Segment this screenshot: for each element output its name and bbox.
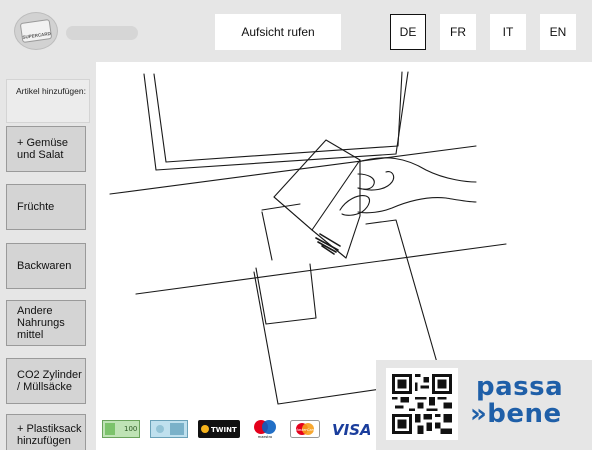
sidebar: Artikel hinzufügen: + Gemüse und Salat F… — [0, 62, 96, 450]
sidebar-item-co2-bags[interactable]: CO2 Zylinder / Müllsäcke — [6, 358, 86, 404]
sidebar-item-vegetables[interactable]: + Gemüse und Salat — [6, 126, 86, 172]
brand-line-2: »bene — [470, 399, 562, 429]
sidebar-item-label: + Plastiksack hinzufügen — [17, 423, 82, 447]
sidebar-item-fruits[interactable]: Früchte — [6, 184, 86, 230]
sidebar-item-label: CO2 Zylinder / Müllsäcke — [17, 369, 82, 393]
language-fr-button[interactable]: FR — [440, 14, 476, 50]
language-de-button[interactable]: DE — [390, 14, 426, 50]
hand-outline — [357, 157, 477, 183]
sidebar-item-label: + Gemüse und Salat — [17, 137, 69, 161]
passabene-logo: passa »bene — [470, 372, 564, 428]
mastercard-icon: MasterCard — [290, 420, 320, 438]
supercard-logo: SUPERCARD — [19, 19, 53, 43]
counter-edge-bottom — [135, 243, 507, 295]
visa-icon: VISA — [330, 420, 370, 438]
sidebar-item-bakery[interactable]: Backwaren — [6, 243, 86, 289]
banknote-100-label: 100 — [124, 425, 137, 433]
brand-line-1: passa — [476, 372, 564, 402]
call-supervision-button[interactable]: Aufsicht rufen — [215, 14, 341, 50]
supercard-button[interactable]: SUPERCARD — [14, 12, 58, 50]
payment-methods: 100 TWINT maestro MasterCard VISA — [102, 414, 370, 444]
scanner-base — [255, 263, 317, 325]
maestro-label: maestro — [258, 435, 272, 439]
banknote-100-icon: 100 — [102, 420, 140, 438]
visa-label: VISA — [332, 421, 370, 438]
top-bar: SUPERCARD Aufsicht rufen DE FR IT EN — [0, 0, 592, 62]
screen-outline — [143, 71, 409, 171]
twint-icon: TWINT — [198, 420, 240, 438]
twint-label: TWINT — [211, 426, 237, 434]
screen-inner-outline — [153, 71, 403, 163]
sidebar-item-add-plastic-bag[interactable]: + Plastiksack hinzufügen — [6, 414, 86, 450]
logo-panel: passa »bene — [376, 360, 592, 450]
maestro-icon: maestro — [250, 420, 280, 439]
mastercard-label: MasterCard — [295, 428, 316, 432]
sidebar-item-label: Früchte — [17, 201, 55, 213]
main-content: 100 TWINT maestro MasterCard VISA passa … — [96, 62, 592, 450]
sidebar-item-label: Backwaren — [17, 260, 72, 272]
add-item-hint: Artikel hinzufügen: — [6, 79, 90, 123]
sidebar-item-label: Andere Nahrungs mittel — [17, 305, 65, 341]
banknote-icon — [150, 420, 188, 438]
qr-code — [386, 368, 458, 440]
language-en-button[interactable]: EN — [540, 14, 576, 50]
status-pill — [66, 26, 138, 40]
language-it-button[interactable]: IT — [490, 14, 526, 50]
sidebar-item-other-food[interactable]: Andere Nahrungs mittel — [6, 300, 86, 346]
